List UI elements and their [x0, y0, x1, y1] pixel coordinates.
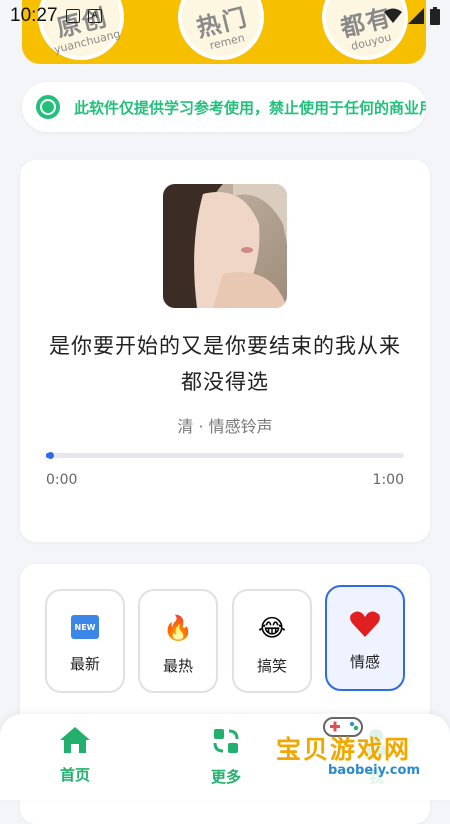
- status-bar: 10:27 A: [0, 0, 450, 32]
- current-time: 0:00: [46, 472, 78, 488]
- progress-knob[interactable]: [46, 452, 54, 459]
- status-time: 10:27: [10, 5, 58, 26]
- battery-icon: [430, 7, 440, 25]
- category-newest[interactable]: NEW 最新: [45, 589, 125, 693]
- notification-icon: [65, 9, 80, 23]
- radio-dot-icon: [36, 95, 60, 119]
- category-funny[interactable]: 😂 搞笑: [232, 589, 312, 693]
- refresh-icon: [213, 729, 239, 753]
- watermark-logo: 宝贝游戏网 baobeiy.com: [270, 712, 445, 794]
- song-subtitle: 清 · 情感铃声: [177, 417, 273, 436]
- heart-icon: [350, 611, 380, 637]
- nav-home[interactable]: 首页: [35, 726, 115, 785]
- song-title: 是你要开始的又是你要结束的我从来都没得选: [49, 334, 401, 394]
- watermark-url: baobeiy.com: [328, 763, 420, 778]
- watermark-title: 宝贝游戏网: [276, 735, 412, 764]
- player-card: 是你要开始的又是你要结束的我从来都没得选 清 · 情感铃声 0:00 1:00: [20, 160, 430, 542]
- category-emotion[interactable]: 情感: [325, 585, 405, 691]
- nav-more[interactable]: 更多: [186, 726, 266, 787]
- cover-image: [163, 184, 287, 308]
- notice-text: 此软件仅提供学习参考使用，禁止使用于任何的商业用途: [74, 98, 426, 117]
- wifi-icon: [384, 8, 402, 23]
- category-hottest[interactable]: 🔥 最热: [138, 589, 218, 693]
- home-icon: [60, 727, 90, 753]
- total-time: 1:00: [372, 472, 404, 488]
- notification-a-icon: A: [87, 9, 102, 23]
- notice-bar: 此软件仅提供学习参考使用，禁止使用于任何的商业用途: [22, 82, 426, 132]
- laughing-face-icon: 😂: [257, 614, 287, 642]
- progress-bar[interactable]: [46, 452, 404, 459]
- signal-icon: [408, 8, 424, 24]
- new-badge-icon: NEW: [71, 615, 99, 639]
- fire-icon: 🔥: [163, 614, 193, 642]
